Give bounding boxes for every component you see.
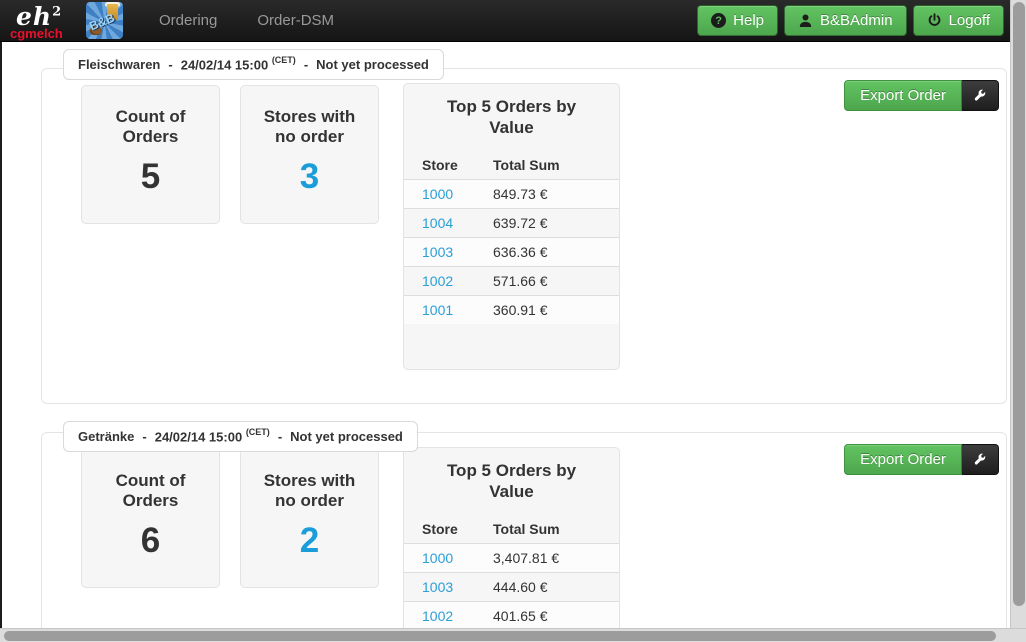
- logoff-button-label: Logoff: [949, 12, 990, 29]
- horizontal-scrollbar-thumb[interactable]: [4, 631, 996, 641]
- export-order-button[interactable]: Export Order: [844, 444, 962, 475]
- count-of-orders-value: 6: [82, 521, 219, 561]
- store-link[interactable]: 1003: [422, 579, 493, 595]
- company-logo: eh2 cgmelch: [8, 1, 72, 41]
- wrench-icon: [973, 453, 987, 467]
- table-body: 1000849.73 €1004639.72 €1003636.36 €1002…: [404, 179, 619, 324]
- order-panel-fleischwaren: Fleischwaren - 24/02/14 15:00 (CET) - No…: [41, 68, 1007, 404]
- stores-no-order-label: Stores with no order: [257, 107, 362, 147]
- b-and-b-label: B&B: [87, 11, 116, 34]
- stores-no-order-card: Stores with no order 2: [240, 449, 379, 588]
- total-sum-value: 571.66 €: [493, 273, 611, 289]
- horizontal-scrollbar[interactable]: [0, 628, 1026, 642]
- table-row: 1003444.60 €: [404, 572, 619, 601]
- export-order-button[interactable]: Export Order: [844, 80, 962, 111]
- panel-title-tab: Fleischwaren - 24/02/14 15:00 (CET) - No…: [63, 49, 444, 80]
- timezone-label: (CET): [272, 55, 296, 65]
- table-header-row: Store Total Sum: [404, 515, 619, 543]
- total-sum-value: 636.36 €: [493, 244, 611, 260]
- stores-no-order-value: 2: [241, 521, 378, 561]
- store-link[interactable]: 1000: [422, 550, 493, 566]
- top-orders-title: Top 5 Orders by Value: [437, 460, 587, 502]
- navbar-buttons: ? Help B&BAdmin Logoff: [697, 5, 1004, 36]
- table-header-row: Store Total Sum: [404, 151, 619, 179]
- count-of-orders-card: Count of Orders 5: [81, 85, 220, 224]
- table-row: 1001360.91 €: [404, 295, 619, 324]
- separator: -: [168, 57, 172, 72]
- panel-title-tab: Getränke - 24/02/14 15:00 (CET) - Not ye…: [63, 421, 418, 452]
- top-orders-title: Top 5 Orders by Value: [437, 96, 587, 138]
- brand[interactable]: eh2 cgmelch B&B: [8, 1, 123, 41]
- stores-no-order-label: Stores with no order: [257, 471, 362, 511]
- total-sum-value: 401.65 €: [493, 608, 611, 624]
- vertical-scrollbar[interactable]: [1010, 0, 1026, 628]
- help-button-label: Help: [733, 12, 764, 29]
- help-icon: ?: [711, 13, 726, 28]
- table-body: 10003,407.81 €1003444.60 €1002401.65 €: [404, 543, 619, 628]
- store-link[interactable]: 1004: [422, 215, 493, 231]
- total-sum-value: 849.73 €: [493, 186, 611, 202]
- top-orders-card: Top 5 Orders by Value Store Total Sum 10…: [403, 83, 620, 370]
- column-header-total-sum: Total Sum: [493, 521, 611, 537]
- table-row: 10003,407.81 €: [404, 543, 619, 572]
- power-icon: [927, 13, 942, 28]
- column-header-total-sum: Total Sum: [493, 157, 611, 173]
- store-link[interactable]: 1002: [422, 608, 493, 624]
- total-sum-value: 639.72 €: [493, 215, 611, 231]
- store-link[interactable]: 1002: [422, 273, 493, 289]
- count-of-orders-label: Count of Orders: [98, 107, 203, 147]
- order-datetime: 24/02/14 15:00 (CET): [181, 56, 296, 72]
- count-of-orders-card: Count of Orders 6: [81, 449, 220, 588]
- top-orders-card: Top 5 Orders by Value Store Total Sum 10…: [403, 447, 620, 628]
- stores-no-order-value: 3: [241, 157, 378, 197]
- timezone-label: (CET): [246, 427, 270, 437]
- store-link[interactable]: 1003: [422, 244, 493, 260]
- total-sum-value: 3,407.81 €: [493, 550, 611, 566]
- nav-item-ordering[interactable]: Ordering: [139, 0, 237, 42]
- separator: -: [142, 429, 146, 444]
- nav-item-order-dsm[interactable]: Order-DSM: [237, 0, 354, 42]
- order-panel-getraenke: Getränke - 24/02/14 15:00 (CET) - Not ye…: [41, 432, 1007, 628]
- table-row: 1003636.36 €: [404, 237, 619, 266]
- order-status: Not yet processed: [290, 429, 403, 444]
- nav-links: Ordering Order-DSM: [139, 0, 354, 42]
- count-of-orders-label: Count of Orders: [98, 471, 203, 511]
- window-left-border: [0, 42, 2, 642]
- column-header-store: Store: [422, 157, 493, 173]
- separator: -: [278, 429, 282, 444]
- table-row: 1004639.72 €: [404, 208, 619, 237]
- user-button-label: B&BAdmin: [820, 12, 893, 29]
- table-row: 1002401.65 €: [404, 601, 619, 628]
- total-sum-value: 360.91 €: [493, 302, 611, 318]
- total-sum-value: 444.60 €: [493, 579, 611, 595]
- table-row: 1000849.73 €: [404, 179, 619, 208]
- product-name: Fleischwaren: [78, 57, 160, 72]
- order-datetime: 24/02/14 15:00 (CET): [155, 428, 270, 444]
- export-order-split-button: Export Order: [844, 80, 999, 111]
- logoff-button[interactable]: Logoff: [913, 5, 1004, 36]
- product-name: Getränke: [78, 429, 134, 444]
- table-row: 1002571.66 €: [404, 266, 619, 295]
- stores-no-order-card: Stores with no order 3: [240, 85, 379, 224]
- count-of-orders-value: 5: [82, 157, 219, 197]
- navbar: eh2 cgmelch B&B Ordering Order-DSM ? Hel…: [0, 0, 1010, 42]
- export-order-split-button: Export Order: [844, 444, 999, 475]
- logo-company-name: cgmelch: [10, 26, 63, 41]
- b-and-b-app-icon[interactable]: B&B: [86, 2, 123, 39]
- column-header-store: Store: [422, 521, 493, 537]
- separator: -: [304, 57, 308, 72]
- help-button[interactable]: ? Help: [697, 5, 778, 36]
- user-account-button[interactable]: B&BAdmin: [784, 5, 907, 36]
- main-content: Fleischwaren - 24/02/14 15:00 (CET) - No…: [2, 42, 1010, 628]
- export-settings-button[interactable]: [962, 444, 999, 475]
- export-settings-button[interactable]: [962, 80, 999, 111]
- order-status: Not yet processed: [316, 57, 429, 72]
- wrench-icon: [973, 89, 987, 103]
- vertical-scrollbar-thumb[interactable]: [1013, 2, 1025, 606]
- app-window: eh2 cgmelch B&B Ordering Order-DSM ? Hel…: [0, 0, 1026, 642]
- store-link[interactable]: 1001: [422, 302, 493, 318]
- store-link[interactable]: 1000: [422, 186, 493, 202]
- user-icon: [798, 13, 813, 28]
